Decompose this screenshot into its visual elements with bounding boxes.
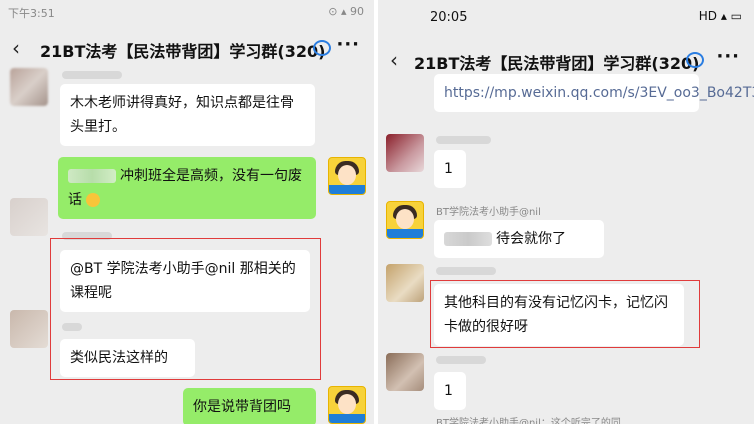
sender-name: BT学院法考小助手@nil：这个听完了的同 bbox=[436, 418, 621, 424]
highlight-box bbox=[50, 238, 321, 380]
status-time: 20:05 bbox=[430, 10, 468, 25]
group-chat-icon bbox=[686, 52, 704, 68]
avatar[interactable] bbox=[328, 386, 366, 424]
avatar[interactable] bbox=[386, 134, 424, 172]
message-text: 1 bbox=[444, 383, 453, 399]
message-text: 你是说带背团吗 bbox=[193, 399, 291, 415]
avatar-face bbox=[338, 394, 356, 414]
right-chat-screenshot: 20:05 HD ▴ ▭ ‹ 21BT法考【民法带背团】学习群(320) ···… bbox=[378, 0, 754, 424]
avatar[interactable] bbox=[386, 353, 424, 391]
avatar[interactable] bbox=[386, 201, 424, 239]
chat-title: 21BT法考【民法带背团】学习群(320) bbox=[414, 54, 700, 73]
avatar[interactable] bbox=[328, 157, 366, 195]
sender-name bbox=[436, 267, 496, 275]
sender-name bbox=[436, 356, 486, 364]
message-text: 1 bbox=[444, 161, 453, 177]
status-time: 下午3:51 bbox=[8, 7, 55, 20]
status-bar: 20:05 HD ▴ ▭ bbox=[378, 0, 754, 25]
avatar-tag bbox=[329, 185, 365, 194]
message-bubble[interactable]: 1 bbox=[434, 372, 466, 410]
message-text: 木木老师讲得真好，知识点都是往骨头里打。 bbox=[70, 95, 294, 135]
blurred-mention bbox=[68, 169, 116, 183]
sender-name bbox=[62, 71, 122, 79]
message-text: 待会就你了 bbox=[496, 231, 566, 247]
message-bubble[interactable]: 1 bbox=[434, 150, 466, 188]
back-arrow-icon[interactable]: ‹ bbox=[12, 36, 20, 60]
avatar-face bbox=[338, 165, 356, 185]
blurred-mention bbox=[444, 232, 492, 246]
avatar[interactable] bbox=[10, 68, 48, 106]
sender-name: BT学院法考小助手@nil bbox=[436, 207, 541, 218]
sender-name bbox=[436, 136, 491, 144]
avatar[interactable] bbox=[386, 264, 424, 302]
avatar-tag bbox=[329, 414, 365, 423]
avatar[interactable] bbox=[10, 198, 48, 236]
more-options-icon[interactable]: ··· bbox=[716, 46, 740, 67]
left-chat-screenshot: 下午3:51 ⊙ ▴ 90 ‹ 21BT法考【民法带背团】学习群(320) ··… bbox=[0, 0, 374, 424]
status-icons: HD ▴ ▭ bbox=[698, 9, 742, 23]
avatar-face bbox=[396, 209, 414, 229]
link-message-bubble[interactable]: https://mp.weixin.qq.com/s/3EV_oo3_Bo42T… bbox=[434, 74, 754, 112]
back-arrow-icon[interactable]: ‹ bbox=[390, 48, 398, 72]
avatar-tag bbox=[387, 229, 423, 238]
message-bubble[interactable]: 木木老师讲得真好，知识点都是往骨头里打。 bbox=[60, 84, 315, 146]
chat-header: ‹ 21BT法考【民法带背团】学习群(320) ··· bbox=[378, 42, 754, 78]
group-chat-icon bbox=[313, 40, 331, 56]
status-icons: ⊙ ▴ 90 bbox=[328, 5, 364, 18]
smile-emoji-icon bbox=[86, 193, 101, 207]
message-bubble[interactable]: 冲刺班全是高频，没有一句废话 bbox=[58, 157, 316, 219]
link-text[interactable]: https://mp.weixin.qq.com/s/3EV_oo3_Bo42T… bbox=[444, 85, 754, 101]
chat-title: 21BT法考【民法带背团】学习群(320) bbox=[40, 42, 326, 61]
message-bubble[interactable]: 你是说带背团吗 bbox=[183, 388, 316, 424]
more-options-icon[interactable]: ··· bbox=[336, 34, 360, 55]
chat-header: ‹ 21BT法考【民法带背团】学习群(320) ··· bbox=[0, 30, 374, 66]
highlight-box bbox=[430, 280, 700, 348]
status-bar: 下午3:51 ⊙ ▴ 90 bbox=[0, 0, 374, 24]
avatar[interactable] bbox=[10, 310, 48, 348]
message-bubble[interactable]: 待会就你了 bbox=[434, 220, 604, 258]
